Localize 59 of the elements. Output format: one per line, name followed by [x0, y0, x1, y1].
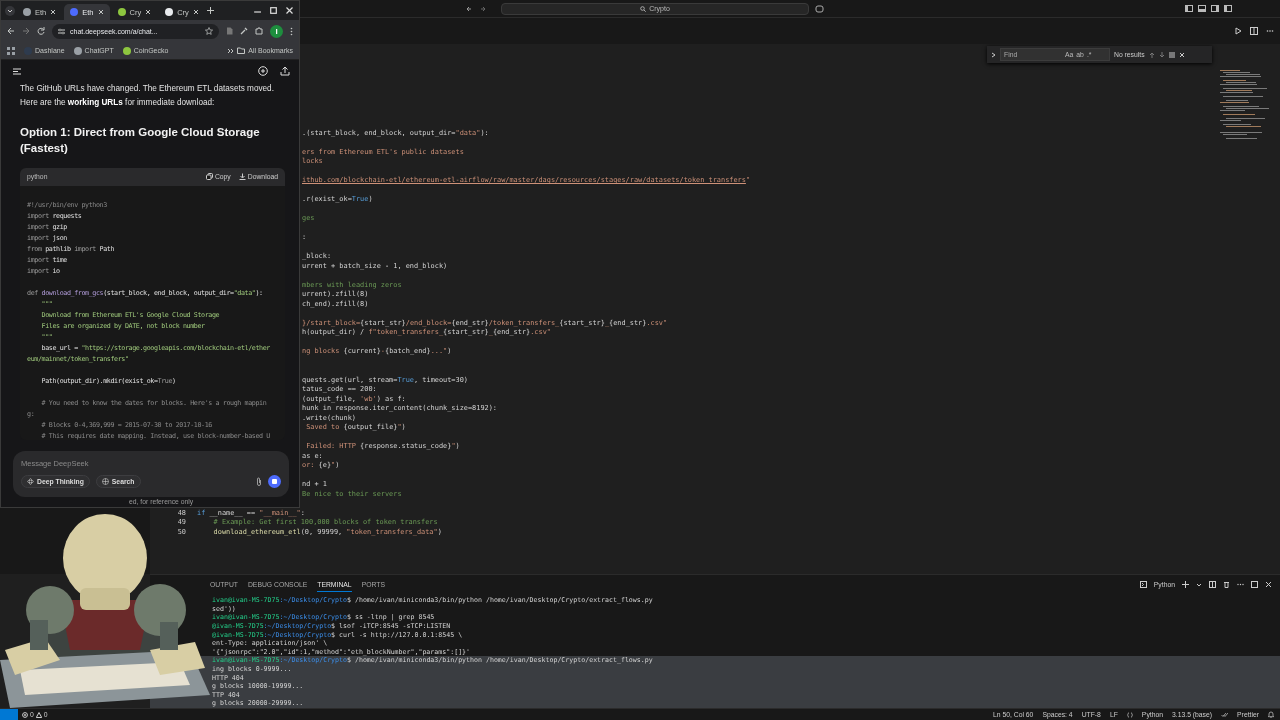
double-check-icon — [1221, 711, 1229, 718]
chevron-icon[interactable] — [991, 51, 996, 58]
chat-message: The GitHub URLs have changed. The Ethereum ETL datasets moved. Here are the working URLs for immediate download: — [19, 83, 275, 109]
trash-icon[interactable] — [1223, 581, 1230, 589]
close-icon[interactable] — [145, 9, 152, 15]
up-arrow-icon[interactable] — [1148, 51, 1155, 58]
document-icon[interactable] — [226, 27, 233, 35]
tab-search-icon[interactable] — [5, 5, 15, 16]
chevron-double-icon — [227, 47, 235, 54]
plus-icon[interactable] — [1182, 581, 1189, 589]
split-editor-icon[interactable] — [1250, 27, 1258, 35]
extensions-icon[interactable] — [255, 27, 263, 35]
braces-icon — [1126, 711, 1133, 718]
maximize-icon[interactable] — [1251, 581, 1258, 589]
customize-layout-icon[interactable] — [1224, 5, 1232, 12]
remote-button[interactable] — [0, 708, 18, 720]
close-icon[interactable] — [192, 9, 199, 15]
reload-icon[interactable] — [37, 27, 45, 35]
folder-icon — [237, 47, 246, 54]
star-icon[interactable] — [205, 27, 213, 35]
eyedropper-icon[interactable] — [240, 27, 248, 35]
stop-icon — [272, 479, 277, 484]
forward-icon[interactable] — [479, 4, 487, 13]
new-chat-icon[interactable] — [258, 66, 268, 76]
back-icon[interactable] — [7, 27, 15, 35]
close-icon[interactable] — [1265, 581, 1272, 589]
copy-icon — [205, 173, 213, 181]
maximize-icon[interactable] — [270, 7, 277, 14]
profile-avatar[interactable]: I — [270, 24, 283, 38]
stop-button[interactable] — [268, 475, 281, 488]
bell-icon[interactable] — [1268, 711, 1274, 718]
sidebar-toggle-icon[interactable] — [13, 67, 21, 75]
paperclip-icon[interactable] — [256, 477, 262, 486]
panel-layout-icon[interactable] — [1198, 5, 1206, 12]
plus-icon[interactable] — [206, 7, 214, 14]
globe-icon — [101, 478, 109, 485]
apps-icon[interactable] — [7, 46, 15, 55]
split-terminal-icon[interactable] — [1209, 581, 1216, 589]
download-icon — [238, 173, 246, 181]
search-icon — [640, 5, 647, 12]
chevron-down-icon[interactable] — [1196, 581, 1202, 588]
share-icon[interactable] — [280, 66, 290, 76]
error-icon — [22, 711, 28, 718]
site-settings-icon[interactable] — [58, 27, 65, 35]
down-arrow-icon[interactable] — [1158, 51, 1165, 58]
close-icon[interactable] — [1178, 51, 1185, 58]
terminal-icon — [1139, 581, 1147, 589]
back-icon[interactable] — [465, 4, 473, 13]
more-icon[interactable] — [1266, 27, 1274, 35]
forward-icon[interactable] — [22, 27, 30, 35]
secondary-sidebar-icon[interactable] — [1211, 5, 1219, 12]
warning-icon — [35, 711, 42, 718]
chat-heading: Option 1: Direct from Google Cloud Storage (Fastest) — [19, 125, 261, 156]
close-icon[interactable] — [50, 9, 57, 15]
close-icon[interactable] — [286, 7, 293, 14]
primary-sidebar-icon[interactable] — [1185, 5, 1193, 12]
close-icon[interactable] — [97, 9, 104, 15]
atom-icon — [27, 478, 34, 485]
run-icon[interactable] — [1234, 27, 1242, 35]
